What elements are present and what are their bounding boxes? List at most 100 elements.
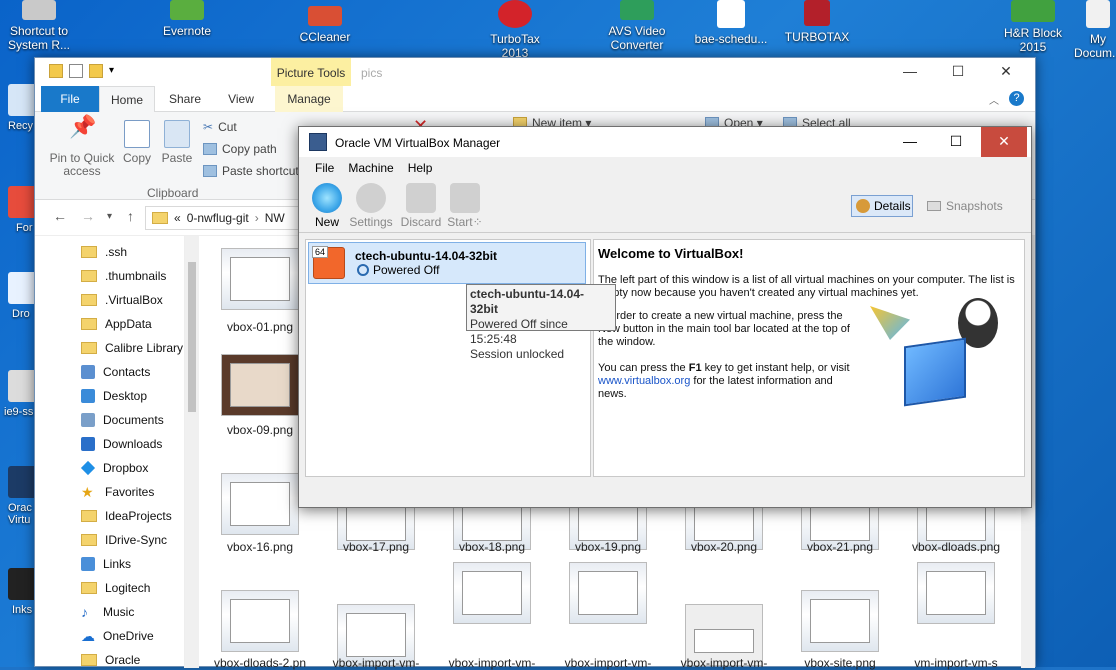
sidebar-item-onedrive[interactable]: ☁ OneDrive (35, 624, 184, 648)
settings-button[interactable]: Settings (347, 183, 395, 229)
up-arrow-icon[interactable]: ↑ (127, 208, 134, 224)
sidebar-item-virtualbox[interactable]: .VirtualBox (35, 288, 184, 312)
tooltip-session: Session unlocked (470, 347, 565, 361)
file-label: vbox-import-vm- (448, 656, 536, 670)
forward-arrow-icon[interactable]: → (81, 208, 95, 224)
sidebar-item-downloads[interactable]: Downloads (35, 432, 184, 456)
cut-button[interactable]: ✂ Cut (203, 120, 237, 134)
minimize-button[interactable]: — (887, 127, 933, 157)
shortcut-icon (22, 0, 56, 20)
snapshots-button[interactable]: Snapshots (927, 199, 1003, 213)
new-vm-button[interactable]: New (303, 183, 351, 229)
breadcrumb-0-nwflug-git[interactable]: 0-nwflug-git (187, 211, 249, 225)
copy-button[interactable]: Copy (119, 120, 155, 165)
discard-button[interactable]: Discard (397, 183, 445, 229)
desktop-icon-hr-block[interactable]: H&R Block 2015 (988, 0, 1078, 54)
menu-machine[interactable]: Machine (348, 161, 393, 175)
sidebar-item-logitech[interactable]: Logitech (35, 576, 184, 600)
vm-tooltip: ctech-ubuntu-14.04-32bit Powered Off sin… (466, 284, 616, 361)
breadcrumb-nw[interactable]: NW (265, 211, 285, 225)
file-thumbnail[interactable] (221, 354, 299, 416)
tab-manage[interactable]: Manage (275, 86, 343, 112)
desktop-icon-turbotax[interactable]: TURBOTAX (772, 0, 862, 44)
navigation-pane: .ssh .thumbnails .VirtualBox AppData Cal… (35, 236, 185, 668)
ribbon-expand-chevron-icon[interactable]: ︿ (989, 92, 999, 107)
sidebar-item-documents[interactable]: Documents (35, 408, 184, 432)
folder-icon (81, 510, 97, 522)
desktop-icon-avs-video[interactable]: AVS Video Converter (592, 0, 682, 52)
menu-file[interactable]: File (315, 161, 334, 175)
folder-icon (81, 582, 97, 594)
new-starburst-icon (312, 183, 342, 213)
file-thumbnail[interactable] (221, 590, 299, 652)
nav-pane-scrollbar[interactable] (185, 236, 199, 668)
paste-button[interactable]: Paste (159, 120, 195, 165)
pin-quick-access-button[interactable]: 📌 Pin to Quick access (47, 116, 117, 178)
music-icon: ♪ (81, 604, 88, 620)
paste-shortcut-button[interactable]: Paste shortcut (203, 164, 299, 178)
tab-home[interactable]: Home (99, 86, 155, 113)
sidebar-item-dropbox[interactable]: Dropbox (35, 456, 184, 480)
welcome-paragraph-1: The left part of this window is a list o… (598, 274, 1015, 299)
folder-icon[interactable] (49, 64, 63, 78)
vm-list-item[interactable]: 64 ctech-ubuntu-14.04-32bit Powered Off (308, 242, 586, 284)
links-icon (81, 557, 95, 571)
sidebar-item-appdata[interactable]: AppData (35, 312, 184, 336)
address-bar[interactable]: « 0-nwflug-git › NW (145, 206, 315, 230)
desktop-icon-ccleaner[interactable]: CCleaner (280, 6, 370, 44)
sidebar-item-links[interactable]: Links (35, 552, 184, 576)
customize-chevron-icon[interactable]: ▾ (109, 64, 123, 78)
desktop-icon (81, 389, 95, 403)
back-arrow-icon[interactable]: ← (53, 208, 67, 224)
sidebar-item-desktop[interactable]: Desktop (35, 384, 184, 408)
sidebar-item-ideaprojects[interactable]: IdeaProjects (35, 504, 184, 528)
file-label: vm-import-vm-s (914, 656, 998, 670)
onedrive-icon: ☁ (81, 627, 95, 644)
close-button[interactable]: ✕ (983, 58, 1029, 86)
file-label: vbox-site.png (804, 656, 876, 670)
sidebar-item-music[interactable]: ♪ Music (35, 600, 184, 624)
explorer-title-bar[interactable]: ▾ Picture Tools pics — ☐ ✕ (35, 58, 1035, 86)
file-thumbnail[interactable] (453, 562, 531, 624)
tab-file[interactable]: File (41, 86, 99, 112)
gear-icon (356, 183, 386, 213)
start-button[interactable]: Start⁘ (441, 183, 489, 229)
menu-help[interactable]: Help (408, 161, 433, 175)
file-thumbnail[interactable] (569, 562, 647, 624)
new-folder-icon[interactable] (89, 64, 103, 78)
virtualbox-org-link[interactable]: www.virtualbox.org (598, 375, 690, 387)
file-thumbnail[interactable] (801, 590, 879, 652)
minimize-button[interactable]: — (887, 58, 933, 86)
desktop-icon-my-documents[interactable]: My Docum... (1068, 0, 1116, 60)
scrollbar-thumb[interactable] (188, 262, 196, 412)
desktop-icon-turbotax-2013[interactable]: TurboTax 2013 (470, 0, 560, 60)
sidebar-item-favorites[interactable]: ★ Favorites (35, 480, 184, 504)
properties-icon[interactable] (69, 64, 83, 78)
evernote-icon (170, 0, 204, 20)
file-thumbnail[interactable] (221, 473, 299, 535)
desktop-icon-bae-schedule[interactable]: bae-schedu... (686, 0, 776, 46)
close-button[interactable]: ✕ (981, 127, 1027, 157)
details-button[interactable]: Details (851, 195, 913, 217)
file-thumbnail[interactable] (221, 248, 299, 310)
copy-path-button[interactable]: Copy path (203, 142, 277, 156)
desktop-icon-shortcut[interactable]: Shortcut to System R... (0, 0, 84, 52)
camera-icon (927, 201, 941, 211)
vbox-title-bar[interactable]: Oracle VM VirtualBox Manager — ☐ ✕ (299, 127, 1031, 157)
sidebar-item-thumbnails[interactable]: .thumbnails (35, 264, 184, 288)
sidebar-item-idrive-sync[interactable]: IDrive-Sync (35, 528, 184, 552)
tab-share[interactable]: Share (161, 86, 209, 112)
virtualbox-manager-window[interactable]: Oracle VM VirtualBox Manager — ☐ ✕ File … (298, 126, 1032, 508)
recent-chevron-icon[interactable]: ▾ (107, 211, 112, 222)
clipboard-group-label: Clipboard (147, 186, 199, 200)
sidebar-item-contacts[interactable]: Contacts (35, 360, 184, 384)
maximize-button[interactable]: ☐ (935, 58, 981, 86)
maximize-button[interactable]: ☐ (933, 127, 979, 157)
sidebar-item-oracle[interactable]: Oracle (35, 648, 184, 668)
file-thumbnail[interactable] (917, 562, 995, 624)
sidebar-item-calibre-library[interactable]: Calibre Library (35, 336, 184, 360)
tab-view[interactable]: View (217, 86, 265, 112)
help-icon[interactable]: ? (1009, 91, 1024, 106)
desktop-icon-evernote[interactable]: Evernote (142, 0, 232, 38)
sidebar-item-ssh[interactable]: .ssh (35, 240, 184, 264)
